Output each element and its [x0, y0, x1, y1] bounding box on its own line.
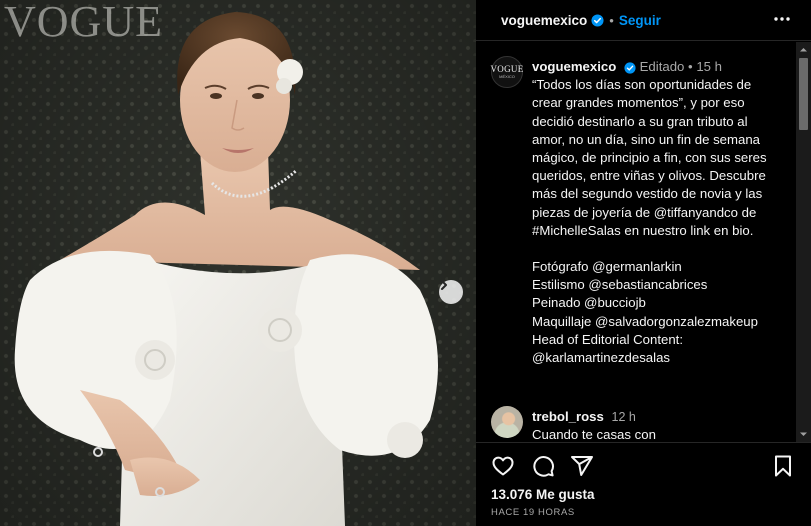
- credit-line: Peinado @bucciojb: [532, 295, 646, 311]
- comment-age: 12 h: [611, 410, 636, 424]
- post-header: voguemexico • Seguir: [476, 0, 811, 41]
- avatar-logo-subtext: MÉXICO: [499, 74, 515, 79]
- caption-line: amor, no un día, sino un fin de semana: [532, 131, 760, 147]
- post-photo[interactable]: VOGUE: [0, 0, 476, 526]
- header-username[interactable]: voguemexico: [501, 13, 587, 28]
- caption-separator: •: [688, 59, 693, 74]
- scroll-up-arrow-icon[interactable]: [799, 45, 808, 54]
- post-timestamp[interactable]: HACE 19 HORAS: [491, 507, 575, 518]
- caption-line: piezas de joyería de @tiffanyandco de: [532, 204, 757, 220]
- caption-line: #MichelleSalas en nuestro link en bio.: [532, 222, 754, 238]
- commenter-username[interactable]: trebol_ross: [532, 409, 604, 424]
- credit-line: Head of Editorial Content:: [532, 331, 684, 347]
- commenter-avatar[interactable]: [491, 406, 523, 438]
- avatar[interactable]: VOGUE MÉXICO: [491, 56, 523, 88]
- bride-illustration: [14, 12, 438, 526]
- credit-line: Maquillaje @salvadorgonzalezmakeup: [532, 313, 758, 329]
- share-icon[interactable]: [570, 454, 594, 483]
- next-photo-button[interactable]: [439, 280, 463, 304]
- bookmark-icon[interactable]: [772, 454, 794, 483]
- credit-line: Fotógrafo @germanlarkin: [532, 259, 682, 275]
- caption-line: crear grandes momentos”, y por eso: [532, 95, 745, 111]
- scrollbar-thumb[interactable]: [799, 58, 808, 130]
- avatar-logo-text: VOGUE: [490, 64, 524, 74]
- scroll-down-arrow-icon[interactable]: [799, 430, 808, 439]
- caption-username[interactable]: voguemexico: [532, 59, 616, 74]
- post-caption: voguemexico Editado • 15 h “Todos los dí…: [532, 58, 778, 367]
- post-details-panel: voguemexico • Seguir VOGUE MÉXICO voguem…: [476, 0, 811, 526]
- comment-text: Cuando te casas con: [532, 427, 656, 442]
- caption-line: decidió destinarlo a su gran tributo al: [532, 113, 748, 129]
- more-horizontal-icon[interactable]: [773, 10, 791, 33]
- verified-badge-icon: [591, 13, 604, 27]
- caption-line: “Todos los días son oportunidades de: [532, 77, 752, 93]
- credit-line: Estilismo @sebastiancabrices: [532, 277, 708, 293]
- post-actions: 13.076 Me gusta HACE 19 HORAS: [476, 442, 811, 526]
- vogue-watermark: VOGUE: [4, 0, 163, 46]
- caption-line: queridos, entre viñas y olivos. Descubre: [532, 168, 766, 184]
- heart-icon[interactable]: [491, 454, 515, 483]
- edited-label: Editado: [639, 59, 685, 74]
- caption-line: más del segundo vestido de novia y las: [532, 186, 763, 202]
- chevron-right-icon: [441, 280, 447, 290]
- header-separator: •: [609, 12, 614, 28]
- caption-age: 15 h: [696, 59, 723, 74]
- comment-icon[interactable]: [531, 454, 555, 483]
- follow-button[interactable]: Seguir: [619, 13, 661, 28]
- comments-scroll-area[interactable]: VOGUE MÉXICO voguemexico Editado • 15 h …: [476, 42, 796, 442]
- caption-line: mágico, de principio a fin, con sus sere…: [532, 150, 767, 166]
- credit-line: @karlamartinezdesalas: [532, 350, 670, 366]
- likes-count[interactable]: 13.076 Me gusta: [491, 487, 595, 502]
- scrollbar[interactable]: [796, 42, 811, 442]
- verified-badge-icon: [624, 61, 636, 74]
